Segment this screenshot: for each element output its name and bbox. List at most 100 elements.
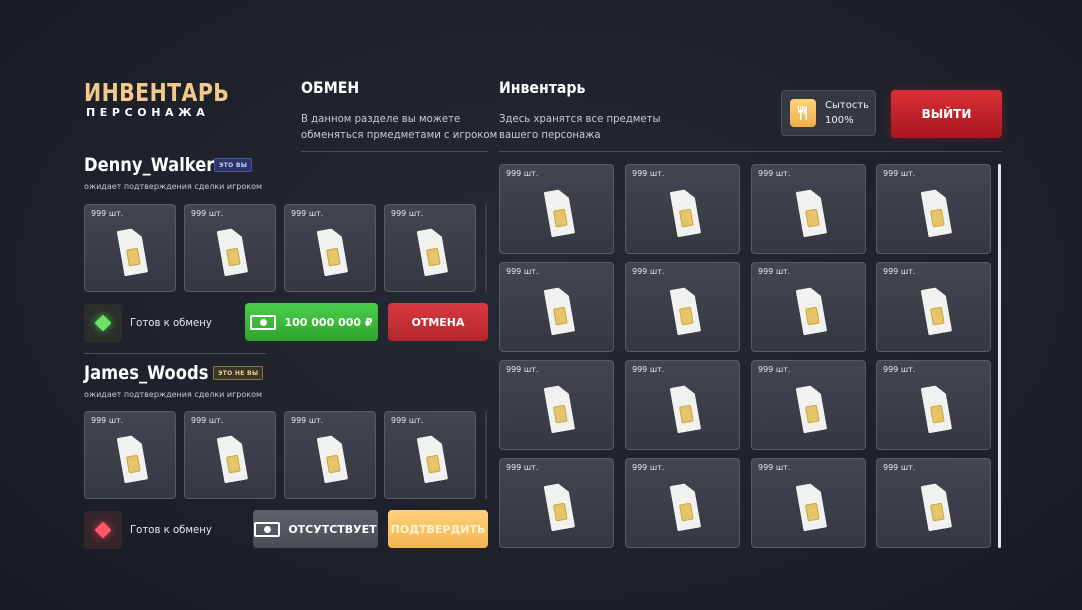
sim-card-icon (920, 286, 952, 335)
logo-title: ИНВЕНТАРЬ (84, 78, 230, 107)
trade-slot[interactable]: 999 шт. (384, 204, 476, 292)
inventory-screen: ИНВЕНТАРЬ ПЕРСОНАЖА ОБМЕН В данном разде… (0, 0, 1082, 610)
sim-card-icon (317, 227, 349, 276)
inventory-slot[interactable]: 999 шт. (876, 458, 991, 548)
players-divider (84, 353, 266, 354)
trade-scroll-divider (485, 204, 487, 292)
sim-card-icon (417, 434, 449, 483)
money-label: 100 000 000 ₽ (284, 315, 373, 329)
trade-slot[interactable]: 999 шт. (184, 204, 276, 292)
player-status: ожидает подтверждения сделки игроком (84, 390, 263, 399)
inventory-slot[interactable]: 999 шт. (499, 164, 614, 254)
sim-card-icon (669, 482, 701, 531)
trade-slot[interactable]: 999 шт. (84, 411, 176, 499)
slot-quantity: 999 шт. (632, 169, 665, 178)
satiety-label: Сытость (825, 100, 870, 111)
slot-quantity: 999 шт. (883, 463, 916, 472)
inventory-slot[interactable]: 999 шт. (876, 262, 991, 352)
slot-quantity: 999 шт. (391, 209, 424, 218)
cutlery-icon (790, 99, 816, 127)
sim-card-icon (317, 434, 349, 483)
sim-card-icon (795, 286, 827, 335)
money-icon (250, 314, 277, 330)
slot-quantity: 999 шт. (758, 169, 791, 178)
sim-card-icon (417, 227, 449, 276)
slot-quantity: 999 шт. (191, 416, 224, 425)
logo-subtitle: ПЕРСОНАЖА (86, 106, 210, 119)
ready-label: Готов к обмену (130, 523, 212, 536)
inventory-slot[interactable]: 999 шт. (625, 262, 740, 352)
inventory-slot[interactable]: 999 шт. (876, 164, 991, 254)
slot-quantity: 999 шт. (632, 463, 665, 472)
inventory-slot[interactable]: 999 шт. (751, 458, 866, 548)
ready-indicator (84, 511, 122, 549)
slot-quantity: 999 шт. (506, 365, 539, 374)
trade-slot[interactable]: 999 шт. (284, 411, 376, 499)
ready-label: Готов к обмену (130, 316, 212, 329)
slot-quantity: 999 шт. (758, 463, 791, 472)
inventory-grid: 999 шт. 999 шт. 999 шт. 999 шт. 999 шт. 999 ш… (499, 164, 992, 548)
inventory-description-line2: вашего персонажа (499, 128, 601, 141)
exchange-description: В данном разделе вы можете обменяться пр… (301, 111, 497, 143)
green-gem-icon (94, 314, 112, 332)
inventory-slot[interactable]: 999 шт. (625, 360, 740, 450)
slot-quantity: 999 шт. (191, 209, 224, 218)
trade-slot[interactable]: 999 шт. (184, 411, 276, 499)
slot-quantity: 999 шт. (758, 267, 791, 276)
inventory-slot[interactable]: 999 шт. (499, 262, 614, 352)
inventory-slot[interactable]: 999 шт. (751, 262, 866, 352)
slot-quantity: 999 шт. (883, 267, 916, 276)
player-badge: ЭТО ВЫ (214, 158, 253, 172)
red-gem-icon (94, 521, 112, 539)
inventory-scrollbar-thumb[interactable] (998, 164, 1001, 548)
trade-slot[interactable]: 999 шт. (384, 411, 476, 499)
sim-card-icon (920, 482, 952, 531)
sim-card-icon (217, 434, 249, 483)
inventory-divider (499, 151, 1002, 152)
inventory-slot[interactable]: 999 шт. (876, 360, 991, 450)
player-badge: ЭТО НЕ ВЫ (213, 366, 264, 380)
ready-indicator (84, 304, 122, 342)
confirm-button[interactable]: ПОДТВЕРДИТЬ (388, 510, 488, 548)
inventory-description-line1: Здесь хранятся все предметы (499, 112, 661, 125)
satiety-indicator: Сытость 100% (781, 90, 876, 136)
sim-card-icon (795, 482, 827, 531)
slot-quantity: 999 шт. (506, 267, 539, 276)
sim-card-icon (795, 384, 827, 433)
money-offer-button[interactable]: 100 000 000 ₽ (245, 303, 378, 341)
trade-slot[interactable]: 999 шт. (284, 204, 376, 292)
sim-card-icon (117, 434, 149, 483)
slot-quantity: 999 шт. (291, 209, 324, 218)
slot-quantity: 999 шт. (883, 169, 916, 178)
exit-button[interactable]: ВЫЙТИ (891, 90, 1002, 138)
slot-quantity: 999 шт. (291, 416, 324, 425)
money-offer-button[interactable]: ОТСУТСТВУЕТ (253, 510, 378, 548)
sim-card-icon (795, 188, 827, 237)
exchange-title: ОБМЕН (301, 78, 360, 97)
inventory-slot[interactable]: 999 шт. (751, 360, 866, 450)
exchange-divider (301, 151, 488, 152)
slot-quantity: 999 шт. (632, 267, 665, 276)
exchange-description-line2: обменяться прмедметами с игроком (301, 128, 498, 141)
sim-card-icon (543, 384, 575, 433)
sim-card-icon (920, 384, 952, 433)
slot-quantity: 999 шт. (632, 365, 665, 374)
inventory-slot[interactable]: 999 шт. (751, 164, 866, 254)
trade-scroll-divider (485, 411, 487, 499)
player-name: Denny_Walker (84, 154, 215, 176)
cancel-button[interactable]: ОТМЕНА (388, 303, 488, 341)
sim-card-icon (920, 188, 952, 237)
player-status: ожидает подтверждения сделки игроком (84, 182, 263, 191)
money-icon (254, 521, 281, 537)
inventory-slot[interactable]: 999 шт. (625, 458, 740, 548)
money-label: ОТСУТСТВУЕТ (288, 522, 377, 536)
inventory-slot[interactable]: 999 шт. (625, 164, 740, 254)
slot-quantity: 999 шт. (758, 365, 791, 374)
trade-slot[interactable]: 999 шт. (84, 204, 176, 292)
sim-card-icon (543, 188, 575, 237)
inventory-slot[interactable]: 999 шт. (499, 360, 614, 450)
inventory-slot[interactable]: 999 шт. (499, 458, 614, 548)
sim-card-icon (669, 188, 701, 237)
slot-quantity: 999 шт. (506, 169, 539, 178)
slot-quantity: 999 шт. (506, 463, 539, 472)
